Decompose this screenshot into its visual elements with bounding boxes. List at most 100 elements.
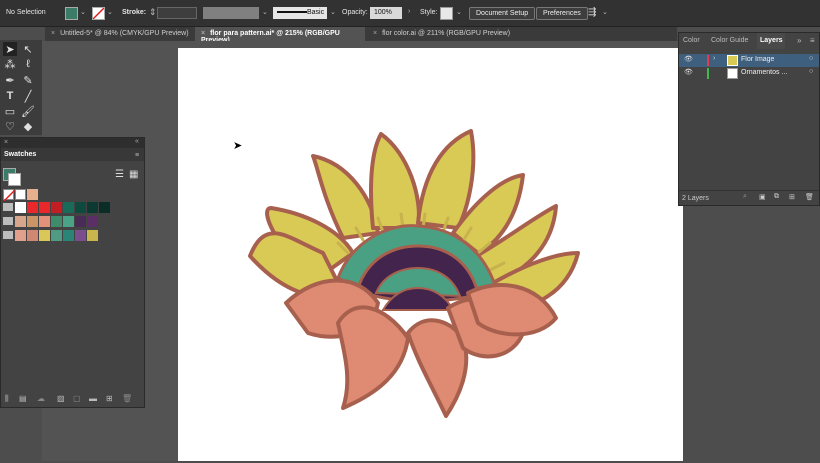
curvature-tool-icon[interactable]: ✎ xyxy=(21,73,35,87)
layer-name[interactable]: Ornamentos ... xyxy=(741,69,787,76)
color-swatch[interactable] xyxy=(15,230,26,241)
color-swatch[interactable] xyxy=(51,202,62,213)
color-swatch[interactable] xyxy=(27,216,38,227)
layer-row-ornamentos[interactable]: 👁 Ornamentos ... ○ xyxy=(679,67,819,80)
stroke-weight-field[interactable] xyxy=(157,7,197,19)
swatch-group-folder-icon[interactable] xyxy=(3,217,13,225)
eraser-tool-icon[interactable]: ◆ xyxy=(21,119,35,133)
visibility-eye-icon[interactable]: 👁 xyxy=(684,68,693,76)
target-circle-icon[interactable]: ○ xyxy=(809,55,813,62)
tab-layers[interactable]: Layers xyxy=(757,33,785,49)
variable-width-profile[interactable] xyxy=(203,7,259,19)
opacity-arrow-icon[interactable]: › xyxy=(408,8,410,15)
style-dropdown-chevron-icon[interactable]: ⌄ xyxy=(456,8,462,16)
close-tab-icon[interactable]: × xyxy=(201,30,205,37)
swatches-tab[interactable]: Swatches ≡ xyxy=(1,148,144,161)
type-tool-icon[interactable]: T xyxy=(3,89,17,103)
delete-layer-icon[interactable]: 🗑 xyxy=(805,193,814,201)
brush-definition-field[interactable]: Basic xyxy=(273,7,327,19)
color-swatch[interactable] xyxy=(15,216,26,227)
close-panel-icon[interactable]: × xyxy=(4,139,8,146)
panel-header-bar[interactable]: × « xyxy=(1,138,144,148)
document-setup-button[interactable]: Document Setup xyxy=(469,7,536,20)
shaper-tool-icon[interactable]: ♡ xyxy=(3,119,17,133)
brush-dropdown-chevron-icon[interactable]: ⌄ xyxy=(330,8,336,16)
panel-menu-icon[interactable]: ≡ xyxy=(810,36,815,45)
expand-layer-chevron-icon[interactable]: › xyxy=(713,55,715,62)
tab-flor-para-pattern[interactable]: ×flor para pattern.ai* @ 215% (RGB/GPU P… xyxy=(195,27,365,44)
swatch-options-icon[interactable]: ▨ xyxy=(57,394,65,403)
collapse-panel-icon[interactable]: » xyxy=(797,36,801,45)
stroke-dropdown-chevron-icon[interactable]: ⌄ xyxy=(107,8,113,16)
none-swatch[interactable] xyxy=(3,189,16,202)
color-swatch[interactable] xyxy=(39,202,50,213)
delete-swatch-icon[interactable]: 🗑 xyxy=(122,394,132,403)
tab-untitled-5[interactable]: × Untitled-5* @ 84% (CMYK/GPU Preview) xyxy=(45,27,193,41)
color-swatch[interactable] xyxy=(39,216,50,227)
arrange-documents-icon[interactable]: ⇶ xyxy=(588,7,596,18)
opacity-field[interactable]: 100% xyxy=(370,7,402,19)
color-swatch[interactable] xyxy=(75,202,86,213)
rectangle-tool-icon[interactable]: ▭ xyxy=(3,104,17,118)
color-swatch[interactable] xyxy=(63,202,74,213)
lasso-tool-icon[interactable]: ℓ xyxy=(21,57,35,71)
line-tool-icon[interactable]: ╱ xyxy=(21,89,35,103)
flower-artwork[interactable] xyxy=(178,48,683,461)
tab-color[interactable]: Color xyxy=(683,33,705,49)
color-swatch[interactable] xyxy=(15,202,26,213)
target-circle-icon[interactable]: ○ xyxy=(809,68,813,75)
new-layer-icon[interactable]: ⊞ xyxy=(789,193,795,201)
make-clipping-mask-icon[interactable]: ▣ xyxy=(759,193,766,201)
fill-dropdown-chevron-icon[interactable]: ⌄ xyxy=(80,8,86,16)
color-group-icon[interactable]: ▢ xyxy=(73,394,81,403)
graphic-style-swatch[interactable] xyxy=(440,7,453,20)
panel-menu-icon[interactable]: ≡ xyxy=(135,152,139,159)
locate-object-icon[interactable]: ⌕ xyxy=(743,193,747,201)
swatch-group-folder-icon[interactable] xyxy=(3,231,13,239)
color-swatch[interactable] xyxy=(75,216,86,227)
color-swatch[interactable] xyxy=(87,230,98,241)
thumbnail-view-icon[interactable]: ▦ xyxy=(129,169,138,180)
color-swatch[interactable] xyxy=(63,216,74,227)
new-swatch-icon[interactable]: ⊞ xyxy=(106,394,113,403)
color-swatch[interactable] xyxy=(87,216,98,227)
visibility-eye-icon[interactable]: 👁 xyxy=(684,55,693,63)
profile-dropdown-chevron-icon[interactable]: ⌄ xyxy=(262,8,268,16)
artboard[interactable] xyxy=(178,48,683,461)
magic-wand-tool-icon[interactable]: ⁂ xyxy=(3,57,17,71)
list-view-icon[interactable]: ☰ xyxy=(115,169,124,180)
color-swatch[interactable] xyxy=(63,230,74,241)
tab-color-guide[interactable]: Color Guide xyxy=(711,33,757,49)
layer-name[interactable]: Flor Image xyxy=(741,56,774,63)
new-sublayer-icon[interactable]: ⧉ xyxy=(774,193,779,201)
paintbrush-tool-icon[interactable]: 🖌 xyxy=(21,104,35,118)
close-tab-icon[interactable]: × xyxy=(373,30,377,37)
tab-flor-color[interactable]: × flor color.ai @ 211% (RGB/GPU Preview) xyxy=(367,27,527,41)
color-swatch[interactable] xyxy=(27,230,38,241)
color-swatch[interactable] xyxy=(39,230,50,241)
color-swatch[interactable] xyxy=(51,230,62,241)
show-kinds-icon[interactable]: ▤ xyxy=(19,394,27,403)
new-group-icon[interactable]: ▬ xyxy=(89,394,97,403)
color-swatch[interactable] xyxy=(75,230,86,241)
preferences-button[interactable]: Preferences xyxy=(536,7,588,20)
color-swatch[interactable] xyxy=(87,202,98,213)
selection-tool-icon[interactable]: ➤ xyxy=(3,42,17,56)
collapse-panel-icon[interactable]: « xyxy=(135,138,139,145)
color-swatch[interactable] xyxy=(51,216,62,227)
layer-row-flor-image[interactable]: 👁 › Flor Image ○ xyxy=(679,54,819,67)
close-tab-icon[interactable]: × xyxy=(51,30,55,37)
direct-selection-tool-icon[interactable]: ↖ xyxy=(21,42,35,56)
stroke-color-swatch[interactable] xyxy=(92,7,105,20)
pen-tool-icon[interactable]: ✒ xyxy=(3,73,17,87)
swatch-group-folder-icon[interactable] xyxy=(3,203,13,211)
arrange-dropdown-chevron-icon[interactable]: ⌄ xyxy=(602,8,608,16)
color-swatch[interactable] xyxy=(99,202,110,213)
active-stroke-swatch[interactable] xyxy=(8,173,21,186)
registration-swatch[interactable] xyxy=(15,189,26,200)
fill-color-swatch[interactable] xyxy=(65,7,78,20)
color-swatch[interactable] xyxy=(27,202,38,213)
cloud-icon[interactable]: ☁ xyxy=(37,394,45,403)
swatch-libraries-icon[interactable]: ⫼ xyxy=(5,394,9,404)
stroke-weight-stepper-icon[interactable]: ⇕ xyxy=(149,7,157,18)
